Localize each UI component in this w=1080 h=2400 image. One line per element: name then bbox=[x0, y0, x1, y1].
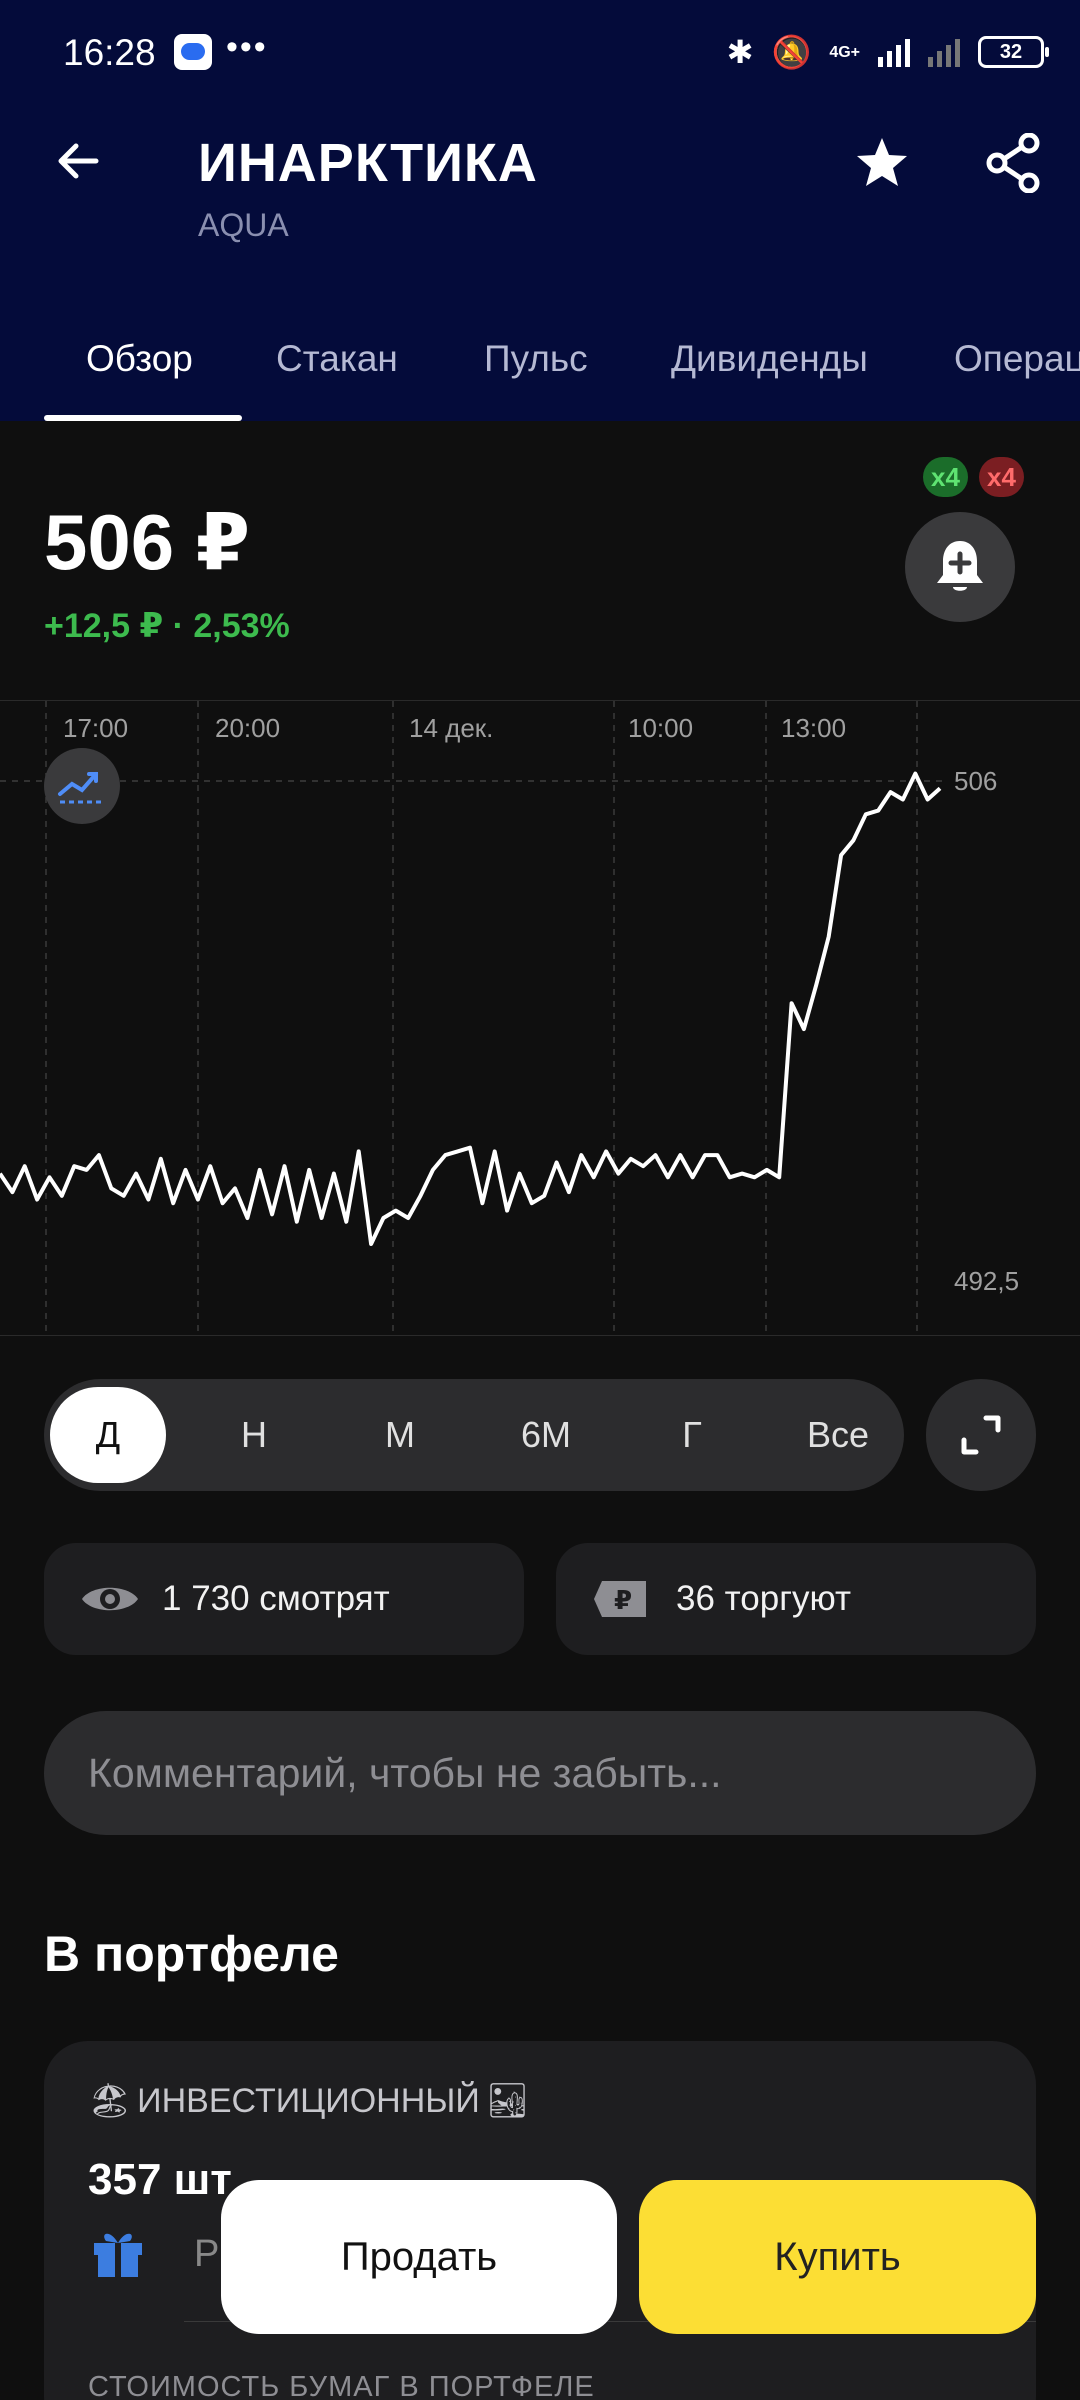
app-header: 16:28 ••• ✱ 🔕 4G+ 32 ИНАРКТИКА AQUA Обзо… bbox=[0, 0, 1080, 421]
traders-stat[interactable]: ₽ 36 торгуют bbox=[556, 1543, 1036, 1655]
chart-mode-icon bbox=[58, 772, 104, 804]
status-icons: ✱ 🔕 4G+ 32 bbox=[726, 30, 1049, 74]
svg-text:₽: ₽ bbox=[614, 1586, 632, 1616]
current-price: 506 ₽ bbox=[44, 498, 251, 586]
traders-count: 36 торгуют bbox=[676, 1579, 851, 1618]
x-tick-label: 14 дек. bbox=[409, 713, 493, 743]
network-type: 4G+ bbox=[829, 43, 860, 61]
period-week[interactable]: Н bbox=[196, 1387, 312, 1483]
messenger-notification-icon bbox=[174, 34, 212, 70]
gift-icon bbox=[94, 2233, 142, 2277]
tab-pulse[interactable]: Пульс bbox=[484, 338, 588, 380]
price-line bbox=[0, 771, 942, 1246]
status-bar: 16:28 ••• ✱ 🔕 4G+ 32 bbox=[0, 0, 1080, 108]
x-tick-label: 10:00 bbox=[628, 713, 693, 743]
period-day[interactable]: Д bbox=[50, 1387, 166, 1483]
portfolio-section-title: В портфеле bbox=[44, 1926, 339, 1982]
active-tab-indicator bbox=[44, 415, 242, 421]
price-chart-svg: 17:00 20:00 14 дек. 10:00 13:00 506 492,5 bbox=[0, 701, 1019, 1337]
bluetooth-icon: ✱ bbox=[726, 34, 754, 70]
buy-button[interactable]: Купить bbox=[639, 2180, 1036, 2334]
bell-plus-icon bbox=[937, 541, 983, 591]
ruble-tag-icon: ₽ bbox=[594, 1581, 646, 1617]
portfolio-value-partial: Р bbox=[194, 2233, 220, 2275]
chart-mode-button[interactable] bbox=[44, 748, 120, 824]
portfolio-name: 🏖 ИНВЕСТИЦИОННЫЙ 🏜 bbox=[88, 2081, 529, 2121]
more-notifications-indicator: ••• bbox=[226, 28, 268, 66]
beach-umbrella-emoji: 🏖 bbox=[88, 2082, 132, 2120]
portfolio-cost-label: СТОИМОСТЬ БУМАГ В ПОРТФЕЛЕ bbox=[88, 2371, 595, 2400]
battery-icon: 32 bbox=[978, 36, 1049, 68]
signal-strength-sim2-icon bbox=[928, 37, 960, 67]
portfolio-name-label: ИНВЕСТИЦИОННЫЙ bbox=[137, 2081, 480, 2120]
x-tick-label: 17:00 bbox=[63, 713, 128, 743]
sell-button[interactable]: Продать bbox=[221, 2180, 617, 2334]
instrument-ticker: AQUA bbox=[198, 207, 289, 243]
watchers-stat[interactable]: 1 730 смотрят bbox=[44, 1543, 524, 1655]
tab-operations[interactable]: Операц bbox=[954, 338, 1080, 380]
desert-emoji: 🏜 bbox=[485, 2082, 529, 2120]
x-tick-label: 13:00 bbox=[781, 713, 846, 743]
comment-input[interactable] bbox=[88, 1749, 988, 1797]
short-leverage-badge: x4 bbox=[979, 457, 1024, 497]
signal-strength-icon bbox=[878, 37, 910, 67]
instrument-title: ИНАРКТИКА bbox=[198, 133, 538, 193]
share-icon[interactable] bbox=[985, 133, 1041, 193]
period-6-months[interactable]: 6М bbox=[488, 1387, 604, 1483]
watchers-count: 1 730 смотрят bbox=[162, 1579, 390, 1618]
silent-mode-icon: 🔕 bbox=[771, 34, 812, 70]
x-tick-label: 20:00 bbox=[215, 713, 280, 743]
tab-dividends[interactable]: Дивиденды bbox=[671, 338, 868, 380]
period-selector: Д Н М 6М Г Все bbox=[44, 1379, 904, 1491]
y-axis-label: 492,5 bbox=[954, 1266, 1019, 1296]
fullscreen-chart-button[interactable] bbox=[926, 1379, 1036, 1491]
period-month[interactable]: М bbox=[342, 1387, 458, 1483]
period-all[interactable]: Все bbox=[780, 1387, 896, 1483]
expand-icon bbox=[961, 1415, 1001, 1455]
eye-icon bbox=[82, 1587, 138, 1611]
tab-bar: Обзор Стакан Пульс Дивиденды Операц bbox=[0, 320, 1080, 421]
comment-field[interactable] bbox=[44, 1711, 1036, 1835]
long-leverage-badge: x4 bbox=[923, 457, 968, 497]
star-icon[interactable] bbox=[852, 133, 912, 193]
price-chart[interactable]: 17:00 20:00 14 дек. 10:00 13:00 506 492,5 bbox=[0, 700, 1080, 1337]
portfolio-quantity: 357 шт bbox=[88, 2155, 232, 2204]
price-alert-button[interactable] bbox=[905, 512, 1015, 622]
period-year[interactable]: Г bbox=[634, 1387, 750, 1483]
tab-overview[interactable]: Обзор bbox=[86, 338, 193, 380]
y-axis-label: 506 bbox=[954, 766, 997, 796]
back-arrow-icon[interactable] bbox=[50, 133, 106, 189]
status-time: 16:28 bbox=[63, 32, 156, 73]
price-change: +12,5 ₽ · 2,53% bbox=[44, 607, 290, 645]
tab-order-book[interactable]: Стакан bbox=[276, 338, 398, 380]
